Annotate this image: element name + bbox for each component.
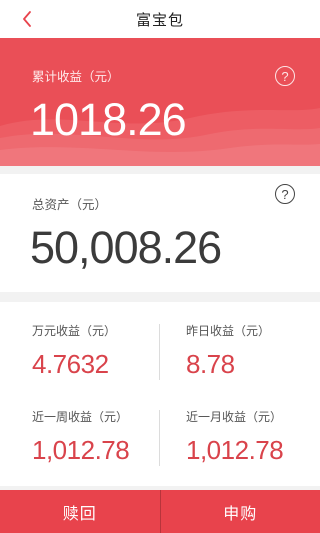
earnings-stats-panel: 万元收益（元） 4.7632 昨日收益（元） 8.78 近一周收益（元） 1,0… [0,302,320,486]
column-divider [159,324,160,380]
stat-value: 4.7632 [32,349,109,379]
column-divider [159,410,160,466]
stat-month: 近一月收益（元） 1,012.78 [186,408,284,466]
back-button[interactable] [16,7,38,31]
top-nav-bar: 富宝包 [0,0,320,38]
redeem-button[interactable]: 赎回 [0,490,160,533]
stat-value: 1,012.78 [32,435,130,465]
stat-yesterday: 昨日收益（元） 8.78 [186,322,270,380]
stat-label: 昨日收益（元） [186,324,271,338]
stat-value: 8.78 [186,349,235,379]
stat-label: 万元收益（元） [32,324,117,338]
stat-label: 近一周收益（元） [32,410,129,424]
cumulative-earnings-label: 累计收益（元） [32,69,120,84]
stat-week: 近一周收益（元） 1,012.78 [32,408,130,466]
question-circle-icon[interactable]: ? [275,184,295,204]
stat-label: 近一月收益（元） [186,410,283,424]
page-title: 富宝包 [135,10,184,29]
purchase-button[interactable]: 申购 [161,490,320,533]
stat-value: 1,012.78 [186,435,284,465]
total-assets-card: 总资产（元） 50,008.26 ? [0,174,320,292]
action-bar: 赎回 申购 [0,490,320,533]
question-circle-icon[interactable]: ? [275,66,295,86]
stat-wan-yuan: 万元收益（元） 4.7632 [32,322,116,380]
earnings-card: 累计收益（元） 1018.26 ? [0,38,320,166]
total-assets-label: 总资产（元） [32,197,108,212]
total-assets-value: 50,008.26 [30,222,222,273]
cumulative-earnings-value: 1018.26 [30,94,187,145]
chevron-left-icon [23,11,31,27]
